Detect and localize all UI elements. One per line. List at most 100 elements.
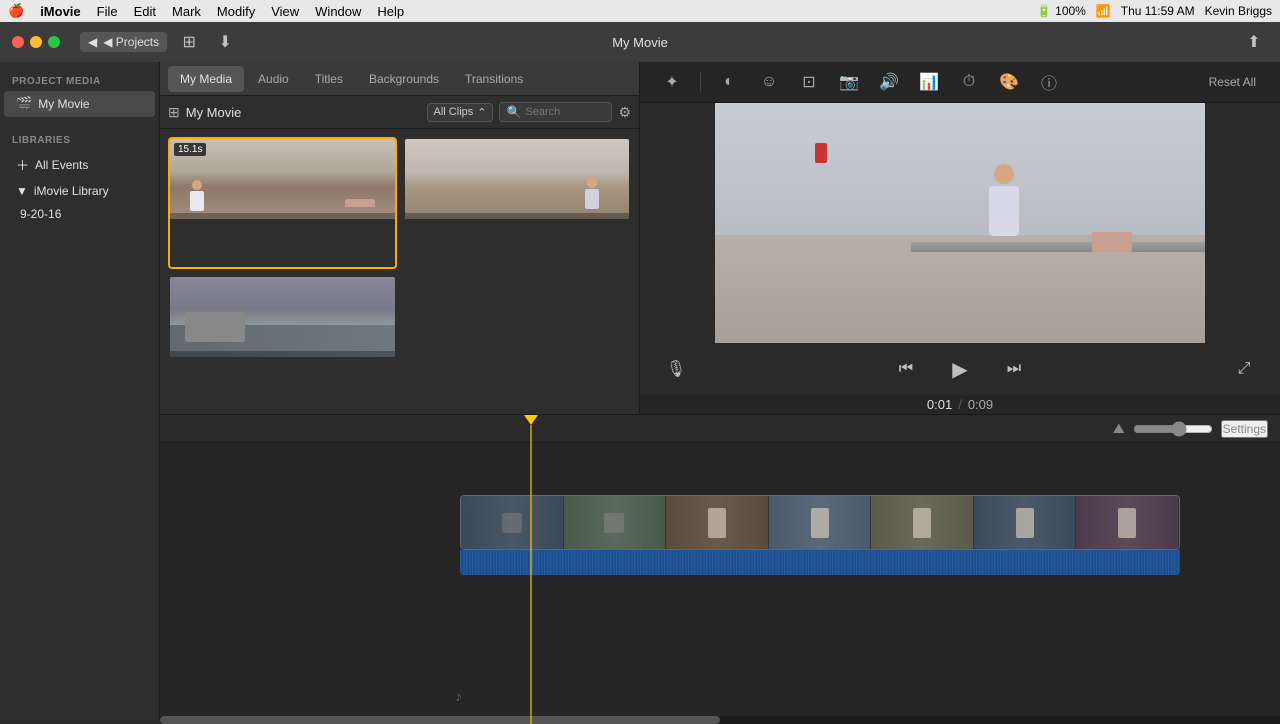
tab-bar: My Media Audio Titles Backgrounds Transi… — [160, 62, 639, 96]
audio-button[interactable]: 🔊 — [873, 66, 905, 98]
time-separator: / — [958, 397, 962, 412]
close-button[interactable] — [12, 36, 24, 48]
video-canvas — [715, 103, 1205, 343]
color-wheel-button[interactable]: 🎨 — [993, 66, 1025, 98]
library-view-button[interactable]: ⊞ — [175, 28, 203, 56]
zoom-out-icon: ⛰ — [1113, 420, 1125, 437]
clip-thumb-3[interactable] — [168, 275, 397, 407]
track-frame-1 — [461, 496, 564, 549]
fullscreen-button[interactable] — [48, 36, 60, 48]
color-correct-button[interactable]: ◐ — [713, 66, 745, 98]
sidebar-item-my-movie[interactable]: 🎬 My Movie — [4, 91, 155, 117]
clips-grid: 15.1s — [160, 129, 639, 414]
clip-thumb-1[interactable]: 15.1s — [168, 137, 397, 269]
preview-toolbar: ✦ ◐ ☺ ⊡ 📷 🔊 📊 ⏱ 🎨 ⓘ Reset All — [640, 62, 1280, 103]
camera-button[interactable]: 📷 — [833, 66, 865, 98]
music-icon-area: ♪ — [455, 688, 462, 704]
title-bar-left: ◀ ◀ Projects ⊞ ⬇ — [80, 28, 239, 56]
sidebar-item-all-events[interactable]: ＋ All Events — [4, 150, 155, 179]
add-icon: ＋ — [16, 155, 29, 174]
skip-forward-button[interactable]: ⏭ — [998, 353, 1030, 385]
menu-view[interactable]: View — [271, 4, 299, 19]
menu-bar: 🍎 iMovie File Edit Mark Modify View Wind… — [0, 0, 1280, 22]
video-person — [974, 164, 1034, 264]
music-note-icon: ♪ — [455, 688, 462, 704]
speed-button[interactable]: ⏱ — [953, 66, 985, 98]
clip-duration-1: 15.1s — [174, 143, 206, 156]
import-button[interactable]: ⬇ — [211, 28, 239, 56]
video-wall — [715, 103, 1205, 235]
search-input[interactable] — [525, 106, 605, 118]
collapse-icon: ▼ — [16, 184, 28, 198]
minimize-button[interactable] — [30, 36, 42, 48]
audio-waveform — [460, 550, 1180, 575]
track-frame-4 — [769, 496, 872, 549]
playhead[interactable] — [530, 415, 532, 724]
projects-label: ◀ Projects — [103, 35, 159, 49]
timeline-scrollbar[interactable] — [160, 716, 1280, 724]
title-bar: ◀ ◀ Projects ⊞ ⬇ My Movie ⬆ — [0, 22, 1280, 62]
movie-icon: 🎬 — [16, 96, 32, 112]
skip-back-button[interactable]: ⏮ — [890, 353, 922, 385]
menu-edit[interactable]: Edit — [134, 4, 156, 19]
timeline-settings: ⛰ Settings — [1113, 420, 1268, 438]
video-track[interactable] — [460, 495, 1180, 550]
tab-titles[interactable]: Titles — [303, 66, 355, 92]
sidebar-subitem-date[interactable]: 9-20-16 — [0, 203, 159, 225]
menu-user: Kevin Briggs — [1205, 4, 1272, 18]
play-pause-button[interactable]: ▶ — [942, 351, 978, 387]
wand-icon-button[interactable]: ✦ — [656, 66, 688, 98]
track-frame-3 — [666, 496, 769, 549]
filter-label: All Clips — [434, 106, 474, 118]
menu-battery: 🔋 100% — [1037, 4, 1086, 18]
person-head — [994, 164, 1014, 184]
media-settings-button[interactable]: ⚙ — [618, 104, 631, 121]
traffic-lights — [12, 36, 60, 48]
filter-chevron-icon: ⌃ — [477, 106, 486, 119]
sidebar-item-imovie-library[interactable]: ▼ iMovie Library — [4, 179, 155, 203]
back-chevron-icon: ◀ — [88, 35, 97, 49]
microphone-button[interactable]: 🎙 — [660, 353, 692, 385]
chart-button[interactable]: 📊 — [913, 66, 945, 98]
apple-menu[interactable]: 🍎 — [8, 3, 24, 19]
grid-toggle-button[interactable]: ⊞ — [168, 104, 180, 121]
app-name[interactable]: iMovie — [40, 4, 80, 19]
face-button[interactable]: ☺ — [753, 66, 785, 98]
menu-time: Thu 11:59 AM — [1121, 4, 1195, 18]
menu-mark[interactable]: Mark — [172, 4, 201, 19]
fullscreen-preview-button[interactable]: ⤢ — [1228, 353, 1260, 385]
main-layout: PROJECT MEDIA 🎬 My Movie LIBRARIES ＋ All… — [0, 62, 1280, 720]
clip-thumb-2[interactable] — [403, 137, 632, 269]
waveform-visual — [460, 550, 1180, 575]
menu-modify[interactable]: Modify — [217, 4, 255, 19]
info-button[interactable]: ⓘ — [1033, 66, 1065, 98]
timeline-area: ⛰ Settings — [160, 414, 1280, 724]
menu-file[interactable]: File — [97, 4, 118, 19]
tab-audio[interactable]: Audio — [246, 66, 301, 92]
zoom-slider[interactable] — [1133, 421, 1213, 437]
media-header: ⊞ My Movie All Clips ⌃ 🔍 ⚙ — [160, 96, 639, 129]
total-time: 0:09 — [968, 397, 993, 412]
share-button[interactable]: ⬆ — [1240, 28, 1268, 56]
projects-button[interactable]: ◀ ◀ Projects — [80, 32, 167, 52]
playhead-line — [530, 425, 532, 724]
video-preview — [640, 103, 1280, 343]
filter-dropdown[interactable]: All Clips ⌃ — [427, 103, 494, 122]
scrollbar-thumb[interactable] — [160, 716, 720, 724]
library-name-label: iMovie Library — [34, 184, 109, 198]
tab-backgrounds[interactable]: Backgrounds — [357, 66, 451, 92]
title-bar-right: ⬆ — [1240, 28, 1268, 56]
media-title: My Movie — [186, 105, 421, 120]
crop-button[interactable]: ⊡ — [793, 66, 825, 98]
menu-help[interactable]: Help — [377, 4, 404, 19]
tab-my-media[interactable]: My Media — [168, 66, 244, 92]
window-title: My Movie — [612, 35, 668, 50]
reset-all-button[interactable]: Reset All — [1201, 71, 1264, 93]
search-box: 🔍 — [499, 102, 612, 122]
tab-transitions[interactable]: Transitions — [453, 66, 535, 92]
track-frame-2 — [564, 496, 667, 549]
video-desk-object — [1092, 232, 1132, 252]
settings-label-button[interactable]: Settings — [1221, 420, 1268, 438]
menu-window[interactable]: Window — [315, 4, 361, 19]
track-frame-7 — [1076, 496, 1179, 549]
